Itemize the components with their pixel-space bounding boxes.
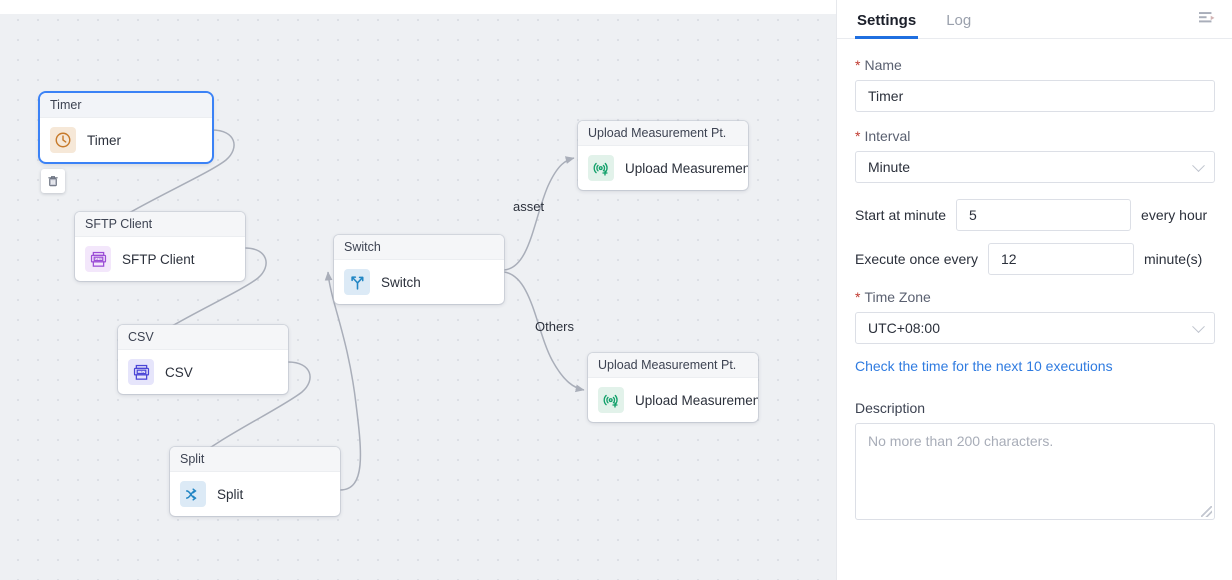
split-branch-icon <box>180 481 206 507</box>
node-switch[interactable]: Switch Switch <box>334 235 504 304</box>
workflow-canvas[interactable]: Timer Timer SFTP Client <box>0 0 836 580</box>
execute-once-every-value: 12 <box>1001 251 1017 267</box>
resize-grip-icon[interactable] <box>1201 506 1212 517</box>
required-asterisk: * <box>855 290 860 304</box>
node-label: Split <box>217 487 243 502</box>
description-field-label: Description <box>855 400 1214 416</box>
node-label: CSV <box>165 365 193 380</box>
settings-form: * Name Timer * Interval Minute Start at … <box>837 39 1232 520</box>
interval-field-label: * Interval <box>855 128 1214 144</box>
node-header: Split <box>170 447 340 472</box>
node-sftp-client[interactable]: SFTP Client SFTP SFTP Client <box>75 212 245 281</box>
description-textarea[interactable]: No more than 200 characters. <box>855 423 1215 520</box>
edge-label-others: Others <box>535 319 574 334</box>
node-header: Switch <box>334 235 504 260</box>
node-csv[interactable]: CSV CSV CSV <box>118 325 288 394</box>
description-placeholder: No more than 200 characters. <box>868 433 1053 449</box>
node-header: SFTP Client <box>75 212 245 237</box>
time-zone-select-value: UTC+08:00 <box>868 320 940 336</box>
node-timer[interactable]: Timer Timer <box>40 93 212 162</box>
label-text: Name <box>864 57 901 73</box>
label-text: Description <box>855 400 925 416</box>
name-input[interactable]: Timer <box>855 80 1215 112</box>
svg-text:SFTP: SFTP <box>94 256 101 260</box>
execute-once-every-label: Execute once every <box>855 251 978 267</box>
node-header: Upload Measurement Pt. <box>578 121 748 146</box>
collapse-panel-icon[interactable] <box>1196 8 1218 30</box>
node-label: Upload Measurement Pt. <box>625 161 748 176</box>
node-body: CSV CSV <box>118 350 288 394</box>
node-body: SFTP SFTP Client <box>75 237 245 281</box>
tab-log[interactable]: Log <box>944 12 973 38</box>
node-header: Upload Measurement Pt. <box>588 353 758 378</box>
node-body: Timer <box>40 118 212 162</box>
check-next-executions-link[interactable]: Check the time for the next 10 execution… <box>855 358 1113 374</box>
required-asterisk: * <box>855 129 860 143</box>
node-label: Upload Measurement Pt. <box>635 393 758 408</box>
execute-once-every-suffix: minute(s) <box>1144 251 1202 267</box>
upload-signal-icon <box>598 387 624 413</box>
required-asterisk: * <box>855 58 860 72</box>
clock-icon <box>50 127 76 153</box>
label-text: Interval <box>864 128 910 144</box>
panel-tabs: Settings Log <box>837 0 1232 39</box>
start-at-minute-row: Start at minute 5 every hour <box>855 199 1214 231</box>
properties-panel: Settings Log * Name Timer <box>836 0 1232 580</box>
node-label: Switch <box>381 275 421 290</box>
sftp-printer-icon: SFTP <box>85 246 111 272</box>
delete-node-button[interactable] <box>41 169 65 193</box>
start-at-minute-label: Start at minute <box>855 207 946 223</box>
start-at-minute-input[interactable]: 5 <box>956 199 1131 231</box>
interval-select[interactable]: Minute <box>855 151 1215 183</box>
name-field-label: * Name <box>855 57 1214 73</box>
interval-select-value: Minute <box>868 159 910 175</box>
tab-settings[interactable]: Settings <box>855 12 918 38</box>
node-body: Switch <box>334 260 504 304</box>
start-at-minute-suffix: every hour <box>1141 207 1207 223</box>
upload-signal-icon <box>588 155 614 181</box>
svg-text:CSV: CSV <box>138 369 144 373</box>
time-zone-field-label: * Time Zone <box>855 289 1214 305</box>
node-header: Timer <box>40 93 212 118</box>
csv-printer-icon: CSV <box>128 359 154 385</box>
switch-fork-icon <box>344 269 370 295</box>
execute-once-every-input[interactable]: 12 <box>988 243 1134 275</box>
start-at-minute-value: 5 <box>969 207 977 223</box>
label-text: Time Zone <box>864 289 930 305</box>
node-header: CSV <box>118 325 288 350</box>
name-input-value: Timer <box>868 88 903 104</box>
time-zone-select[interactable]: UTC+08:00 <box>855 312 1215 344</box>
chevron-down-icon <box>1192 320 1205 333</box>
node-body: Split <box>170 472 340 516</box>
edge-label-asset: asset <box>513 199 544 214</box>
node-upload-measurement-pt-b[interactable]: Upload Measurement Pt. Upload Measuremen… <box>588 353 758 422</box>
node-body: Upload Measurement Pt. <box>588 378 758 422</box>
workflow-editor: Timer Timer SFTP Client <box>0 0 1232 580</box>
node-upload-measurement-pt-a[interactable]: Upload Measurement Pt. Upload Measuremen… <box>578 121 748 190</box>
chevron-down-icon <box>1192 159 1205 172</box>
execute-once-every-row: Execute once every 12 minute(s) <box>855 243 1214 275</box>
node-split[interactable]: Split Split <box>170 447 340 516</box>
node-body: Upload Measurement Pt. <box>578 146 748 190</box>
node-label: SFTP Client <box>122 252 195 267</box>
node-label: Timer <box>87 133 121 148</box>
